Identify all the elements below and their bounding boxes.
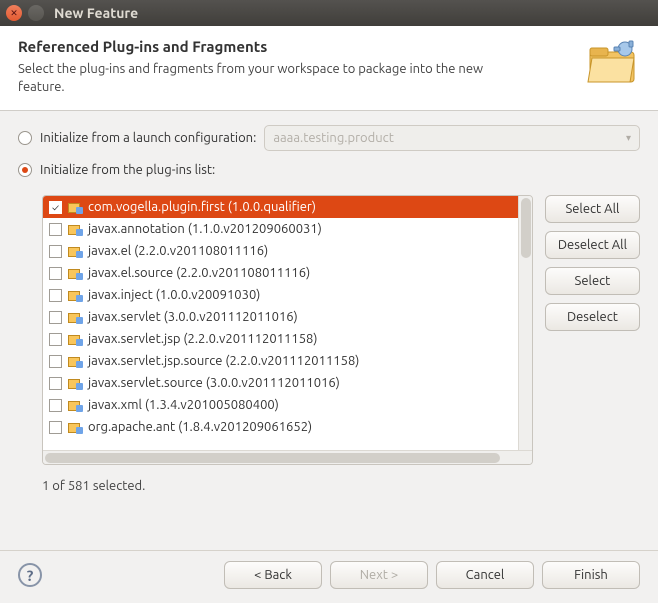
checkbox[interactable] xyxy=(49,377,62,390)
plugin-name-label: javax.servlet.source (3.0.0.v20111201101… xyxy=(88,376,340,390)
page-subtitle: Select the plug-ins and fragments from y… xyxy=(18,61,498,96)
list-item[interactable]: javax.el (2.2.0.v201108011116) xyxy=(43,240,518,262)
checkbox[interactable] xyxy=(49,311,62,324)
plugin-icon xyxy=(68,201,82,213)
chevron-down-icon: ▾ xyxy=(626,132,631,144)
plugin-icon xyxy=(68,267,82,279)
selection-count-label: 1 of 581 selected. xyxy=(42,479,640,493)
wizard-footer: ? < Back Next > Cancel Finish xyxy=(0,550,658,603)
window-title: New Feature xyxy=(54,5,138,21)
folder-plugin-icon xyxy=(584,38,640,96)
plugin-name-label: javax.servlet.jsp.source (2.2.0.v2011120… xyxy=(88,354,359,368)
list-item[interactable]: javax.inject (1.0.0.v20091030) xyxy=(43,284,518,306)
plugin-name-label: javax.servlet (3.0.0.v201112011016) xyxy=(88,310,298,324)
checkbox[interactable] xyxy=(49,245,62,258)
cancel-button[interactable]: Cancel xyxy=(436,561,534,589)
radio-label: Initialize from the plug-ins list: xyxy=(40,163,215,177)
plugin-icon xyxy=(68,333,82,345)
plugin-icon xyxy=(68,245,82,257)
plugin-name-label: javax.inject (1.0.0.v20091030) xyxy=(88,288,260,302)
checkbox[interactable] xyxy=(49,421,62,434)
plugin-icon xyxy=(68,311,82,323)
close-icon[interactable]: ✕ xyxy=(6,5,22,21)
checkbox[interactable] xyxy=(49,333,62,346)
list-item[interactable]: javax.annotation (1.1.0.v201209060031) xyxy=(43,218,518,240)
checkbox[interactable] xyxy=(49,355,62,368)
radio-launch-config[interactable] xyxy=(18,131,32,145)
plugin-icon xyxy=(68,289,82,301)
plugin-name-label: javax.annotation (1.1.0.v201209060031) xyxy=(88,222,322,236)
list-item[interactable]: javax.servlet.source (3.0.0.v20111201101… xyxy=(43,372,518,394)
help-icon[interactable]: ? xyxy=(18,563,42,587)
list-item[interactable]: ✓ com.vogella.plugin.first (1.0.0.qualifi… xyxy=(43,196,518,218)
list-item[interactable]: javax.xml (1.3.4.v201005080400) xyxy=(43,394,518,416)
horizontal-scrollbar[interactable] xyxy=(43,450,532,464)
plugin-icon xyxy=(68,223,82,235)
list-item[interactable]: javax.servlet.jsp (2.2.0.v201112011158) xyxy=(43,328,518,350)
deselect-all-button[interactable]: Deselect All xyxy=(545,231,640,259)
plugin-list[interactable]: ✓ com.vogella.plugin.first (1.0.0.qualifi… xyxy=(42,195,533,465)
checkbox[interactable] xyxy=(49,289,62,302)
titlebar: ✕ New Feature xyxy=(0,0,658,26)
list-item[interactable]: javax.servlet.jsp.source (2.2.0.v2011120… xyxy=(43,350,518,372)
plugin-name-label: javax.el.source (2.2.0.v201108011116) xyxy=(88,266,310,280)
radio-label: Initialize from a launch configuration: xyxy=(40,131,256,145)
option-launch-config[interactable]: Initialize from a launch configuration: … xyxy=(18,125,640,151)
plugin-name-label: com.vogella.plugin.first (1.0.0.qualifie… xyxy=(88,200,316,214)
plugin-name-label: javax.servlet.jsp (2.2.0.v201112011158) xyxy=(88,332,317,346)
plugin-icon xyxy=(68,399,82,411)
select-all-button[interactable]: Select All xyxy=(545,195,640,223)
list-item[interactable]: org.apache.ant (1.8.4.v201209061652) xyxy=(43,416,518,438)
list-item[interactable]: javax.el.source (2.2.0.v201108011116) xyxy=(43,262,518,284)
vertical-scrollbar[interactable] xyxy=(518,196,532,450)
wizard-body: Initialize from a launch configuration: … xyxy=(0,111,658,550)
plugin-name-label: javax.el (2.2.0.v201108011116) xyxy=(88,244,268,258)
minimize-icon[interactable] xyxy=(28,5,44,21)
wizard-header: Referenced Plug-ins and Fragments Select… xyxy=(0,26,658,111)
finish-button[interactable]: Finish xyxy=(542,561,640,589)
combo-value: aaaa.testing.product xyxy=(273,131,394,145)
plugin-icon xyxy=(68,355,82,367)
plugin-icon xyxy=(68,377,82,389)
back-button[interactable]: < Back xyxy=(224,561,322,589)
next-button: Next > xyxy=(330,561,428,589)
page-title: Referenced Plug-ins and Fragments xyxy=(18,38,584,55)
plugin-icon xyxy=(68,421,82,433)
plugin-name-label: javax.xml (1.3.4.v201005080400) xyxy=(88,398,279,412)
checkbox[interactable] xyxy=(49,267,62,280)
checkbox[interactable] xyxy=(49,399,62,412)
deselect-button[interactable]: Deselect xyxy=(545,303,640,331)
radio-plugin-list[interactable] xyxy=(18,163,32,177)
select-button[interactable]: Select xyxy=(545,267,640,295)
option-plugin-list[interactable]: Initialize from the plug-ins list: xyxy=(18,163,640,177)
launch-config-combo: aaaa.testing.product ▾ xyxy=(264,125,640,151)
list-item[interactable]: javax.servlet (3.0.0.v201112011016) xyxy=(43,306,518,328)
checkbox[interactable]: ✓ xyxy=(49,201,62,214)
checkbox[interactable] xyxy=(49,223,62,236)
plugin-name-label: org.apache.ant (1.8.4.v201209061652) xyxy=(88,420,312,434)
